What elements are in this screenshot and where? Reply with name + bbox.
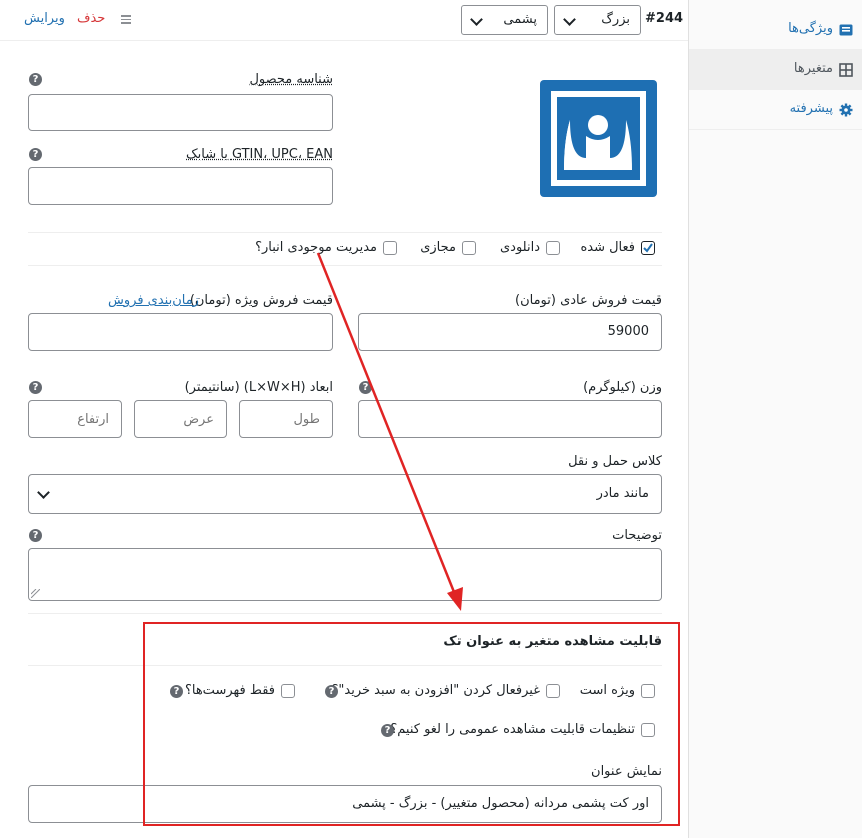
- help-icon[interactable]: ?: [29, 73, 42, 86]
- header-divider: [0, 40, 688, 41]
- sale-price-input[interactable]: [28, 313, 333, 351]
- tab-attributes[interactable]: ویژگی‌ها: [689, 10, 862, 50]
- enabled-label: فعال شده: [580, 240, 635, 255]
- delete-link[interactable]: حذف: [77, 11, 105, 26]
- width-input[interactable]: عرض: [134, 400, 227, 438]
- gtin-label: GTIN، UPC، EAN یا شابک: [186, 147, 333, 162]
- grid-icon: [839, 63, 853, 77]
- description-label: توضیحات: [612, 528, 662, 543]
- sku-label: شناسه محصول: [249, 72, 333, 87]
- product-data-tabs: ویژگی‌ها متغیرها پیشرفته: [688, 0, 862, 838]
- help-icon[interactable]: ?: [359, 381, 372, 394]
- chevron-down-icon: [563, 13, 576, 26]
- virtual-checkbox[interactable]: [462, 241, 476, 255]
- material-select[interactable]: پشمی: [461, 5, 548, 35]
- weight-input[interactable]: [358, 400, 662, 438]
- manage-stock-checkbox[interactable]: [383, 241, 397, 255]
- resize-handle-icon: [31, 589, 40, 598]
- divider: [28, 265, 662, 266]
- tab-attributes-label: ویژگی‌ها: [788, 21, 833, 36]
- regular-price-input[interactable]: 59000: [358, 313, 662, 351]
- tab-advanced[interactable]: پیشرفته: [689, 90, 862, 130]
- size-select[interactable]: بزرگ: [554, 5, 641, 35]
- drag-handle-icon[interactable]: [121, 15, 131, 24]
- manage-stock-label: مدیریت موجودی انبار؟: [255, 240, 377, 255]
- help-icon[interactable]: ?: [29, 381, 42, 394]
- sale-schedule-link[interactable]: زمان‌بندی فروش: [108, 293, 199, 308]
- help-icon[interactable]: ?: [29, 529, 42, 542]
- gtin-input[interactable]: [28, 167, 333, 205]
- enabled-checkbox[interactable]: [641, 241, 655, 255]
- annotation-highlight-box: [143, 622, 680, 826]
- chevron-down-icon: [37, 486, 50, 499]
- length-input[interactable]: طول: [239, 400, 333, 438]
- description-textarea[interactable]: [28, 548, 662, 601]
- downloadable-label: دانلودی: [499, 240, 540, 255]
- table-icon: [839, 24, 853, 36]
- checkmark-icon: [643, 243, 653, 253]
- variation-image[interactable]: [540, 80, 657, 197]
- divider: [28, 232, 662, 233]
- sku-input[interactable]: [28, 94, 333, 131]
- downloadable-checkbox[interactable]: [546, 241, 560, 255]
- sale-price-label: قیمت فروش ویژه (تومان): [189, 293, 333, 308]
- shipping-class-label: کلاس حمل و نقل: [568, 454, 662, 469]
- divider: [28, 613, 662, 614]
- tab-variations-label: متغیرها: [793, 61, 833, 76]
- tab-advanced-label: پیشرفته: [789, 101, 833, 116]
- virtual-label: مجازی: [420, 240, 456, 255]
- variation-id: #244: [645, 11, 684, 26]
- weight-label: وزن (کیلوگرم): [583, 380, 662, 395]
- dimensions-label: ابعاد (L×W×H) (سانتیمتر): [184, 380, 333, 395]
- chevron-down-icon: [470, 13, 483, 26]
- height-input[interactable]: ارتفاع: [28, 400, 122, 438]
- regular-price-label: قیمت فروش عادی (تومان): [515, 293, 662, 308]
- edit-link[interactable]: ویرایش: [24, 11, 65, 26]
- shipping-class-select[interactable]: مانند مادر: [28, 474, 662, 514]
- image-placeholder-icon: [540, 80, 657, 197]
- help-icon[interactable]: ?: [29, 148, 42, 161]
- tab-variations[interactable]: متغیرها: [689, 50, 862, 90]
- gear-icon: [839, 103, 853, 117]
